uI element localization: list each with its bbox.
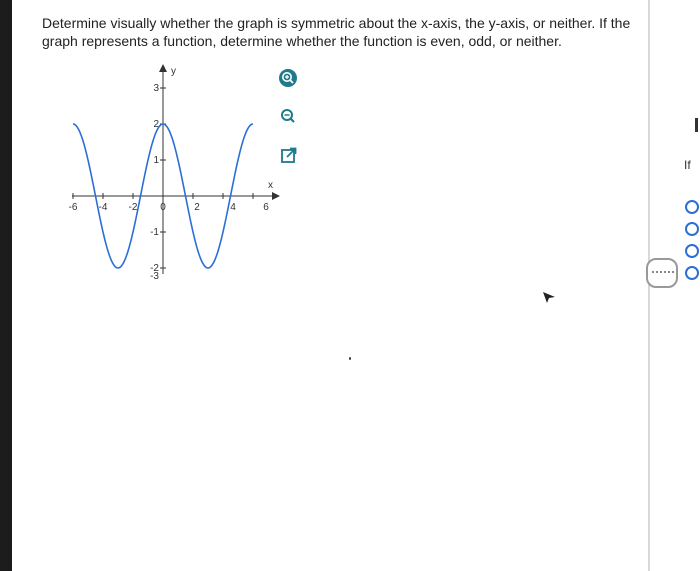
- screen: Determine visually whether the graph is …: [12, 0, 700, 571]
- x-tick-label: 0: [160, 202, 166, 213]
- side-panel-partial-text: If: [684, 158, 691, 172]
- y-tick-label: 1: [153, 155, 159, 166]
- screen-speck: [349, 357, 351, 360]
- x-axis-label: x: [268, 180, 273, 191]
- y-tick-label: -3: [150, 271, 159, 282]
- handle-grip-icon: [652, 271, 674, 276]
- answer-radio[interactable]: [685, 200, 699, 214]
- x-tick-label: 4: [230, 202, 236, 213]
- answer-radio[interactable]: [685, 244, 699, 258]
- x-tick-label: -6: [69, 202, 78, 213]
- zoom-out-icon[interactable]: [278, 106, 298, 126]
- external-link-icon[interactable]: [279, 145, 299, 165]
- answer-radio[interactable]: [685, 266, 699, 280]
- x-tick-label: 6: [263, 202, 269, 213]
- question-text: Determine visually whether the graph is …: [42, 15, 631, 49]
- y-tick-label: 3: [153, 83, 159, 94]
- x-tick-label: -4: [99, 202, 108, 213]
- answer-radio[interactable]: [685, 222, 699, 236]
- x-tick-label: 2: [194, 202, 200, 213]
- mouse-cursor-icon: [543, 292, 555, 303]
- y-tick-label: -1: [150, 227, 159, 238]
- function-graph: y x -6 -4 -2 0 2 4 6 3 2 1 -1 -2 -3: [69, 64, 280, 282]
- x-tick-label: -2: [129, 202, 138, 213]
- y-axis-label: y: [171, 66, 176, 77]
- side-panel-mark: [695, 118, 698, 132]
- y-axis-arrow: [159, 64, 167, 72]
- x-axis-arrow: [272, 192, 280, 200]
- zoom-in-icon[interactable]: [278, 68, 298, 88]
